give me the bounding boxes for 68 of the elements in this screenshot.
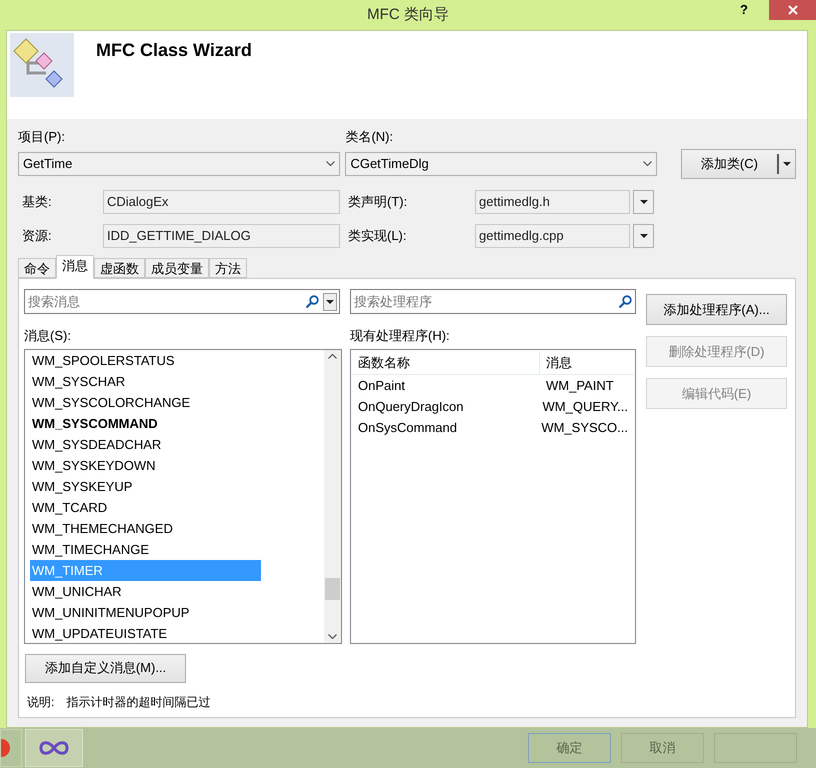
column-header[interactable]: 函数名称 xyxy=(352,350,540,374)
help-button[interactable]: ? xyxy=(740,0,748,20)
scroll-down-icon xyxy=(328,634,337,638)
message-list[interactable]: WM_SPOOLERSTATUS WM_SYSCHAR WM_SYSCOLORCHANGE WM_SYSCOMMAND WM_SYSDEADCHAR WM_SYSKEYDOWN WM_SYSKEYUP WM_TCARD WM_THEMECHANGED WM_TIMECHANGE WM_TIMER WM_UNICHAR WM_UNINITMENUPOPUP WM_UPDATEUISTATE xyxy=(24,348,342,644)
tab[interactable]: 虚函数 xyxy=(94,258,145,278)
search-icon xyxy=(305,294,319,308)
list-item[interactable]: WM_SYSKEYDOWN xyxy=(30,454,261,476)
dropdown-button[interactable] xyxy=(323,292,337,310)
scrollbar[interactable] xyxy=(324,350,341,642)
tab[interactable]: 成员变量 xyxy=(145,258,209,278)
close-icon xyxy=(788,5,798,15)
field-label: 项目(P): xyxy=(18,128,66,146)
description-label: 说明: xyxy=(27,694,54,710)
scroll-up-icon xyxy=(328,354,337,358)
dropdown-button[interactable] xyxy=(633,190,654,214)
list-item[interactable]: WM_SYSKEYUP xyxy=(30,476,261,496)
push-button[interactable]: 添加自定义消息(M)... xyxy=(25,654,186,682)
column-header[interactable]: 消息 xyxy=(540,350,634,374)
dropdown-arrow-icon xyxy=(640,234,648,238)
combo-box[interactable]: CGetTimeDlg xyxy=(345,152,658,176)
push-button[interactable]: 添加处理程序(A)... xyxy=(646,294,787,325)
table-cell-text: OnSysCommand xyxy=(357,418,458,437)
field-label: 类实现(L): xyxy=(348,228,406,243)
tab[interactable]: 消息 xyxy=(56,255,94,279)
window-title: MFC 类向导 xyxy=(367,4,449,25)
header-title: MFC Class Wizard xyxy=(96,39,252,62)
dropdown-button[interactable] xyxy=(633,224,654,248)
dropdown-arrow-icon xyxy=(782,162,791,166)
list-item[interactable]: WM_TCARD xyxy=(30,496,261,518)
close-button[interactable] xyxy=(769,0,816,20)
tab[interactable]: 方法 xyxy=(209,258,247,278)
table-cell-text: WM_QUERY... xyxy=(542,398,629,416)
field-label: 资源: xyxy=(22,228,52,243)
list-item[interactable]: WM_THEMECHANGED xyxy=(30,518,261,538)
search-box[interactable]: 搜索消息 xyxy=(24,289,340,314)
description-text: 指示计时器的超时间隔已过 xyxy=(66,694,210,710)
infinity-icon xyxy=(38,740,70,756)
search-box[interactable]: 搜索处理程序 xyxy=(350,289,636,314)
scroll-thumb[interactable] xyxy=(325,578,340,600)
taskbar-app-icon[interactable] xyxy=(0,729,22,767)
search-icon xyxy=(618,294,632,308)
list-item[interactable]: WM_TIMECHANGE xyxy=(30,538,261,560)
list-item[interactable]: WM_UNINITMENUPOPUP xyxy=(30,602,261,622)
list-item[interactable]: WM_UPDATEUISTATE xyxy=(30,622,261,642)
taskbar-app-icon[interactable] xyxy=(25,729,83,767)
class-hierarchy-icon xyxy=(10,33,74,97)
add-class-button[interactable]: 添加类(C) xyxy=(680,149,796,179)
list-item[interactable]: WM_SYSCOMMAND xyxy=(30,412,261,434)
list-item[interactable]: WM_SYSDEADCHAR xyxy=(30,434,261,454)
table-cell-text: OnPaint xyxy=(357,376,406,394)
search-field[interactable]: 搜索消息 xyxy=(28,292,305,312)
table-cell-text: OnQueryDragIcon xyxy=(357,398,464,416)
search-field[interactable]: 搜索处理程序 xyxy=(354,292,618,312)
field-label: 消息(S): xyxy=(24,327,72,345)
list-item[interactable]: WM_UNICHAR xyxy=(30,580,261,602)
list-item[interactable]: WM_SPOOLERSTATUS xyxy=(30,350,261,370)
table-cell-text: WM_SYSCO... xyxy=(540,418,629,437)
field-label: 基类: xyxy=(22,194,52,209)
combo-box[interactable]: GetTime xyxy=(18,152,340,176)
list-item[interactable]: WM_SYSCHAR xyxy=(30,370,261,392)
dropdown-arrow-icon xyxy=(640,200,648,204)
table-cell-text: WM_PAINT xyxy=(545,376,615,395)
field-label: 现有处理程序(H): xyxy=(350,327,451,345)
dropdown-arrow-icon xyxy=(326,300,334,304)
tab[interactable]: 命令 xyxy=(18,258,56,278)
list-item[interactable]: WM_SYSCOLORCHANGE xyxy=(30,392,261,412)
field-label: 类声明(T): xyxy=(348,194,408,209)
field-label: 类名(N): xyxy=(345,128,394,146)
